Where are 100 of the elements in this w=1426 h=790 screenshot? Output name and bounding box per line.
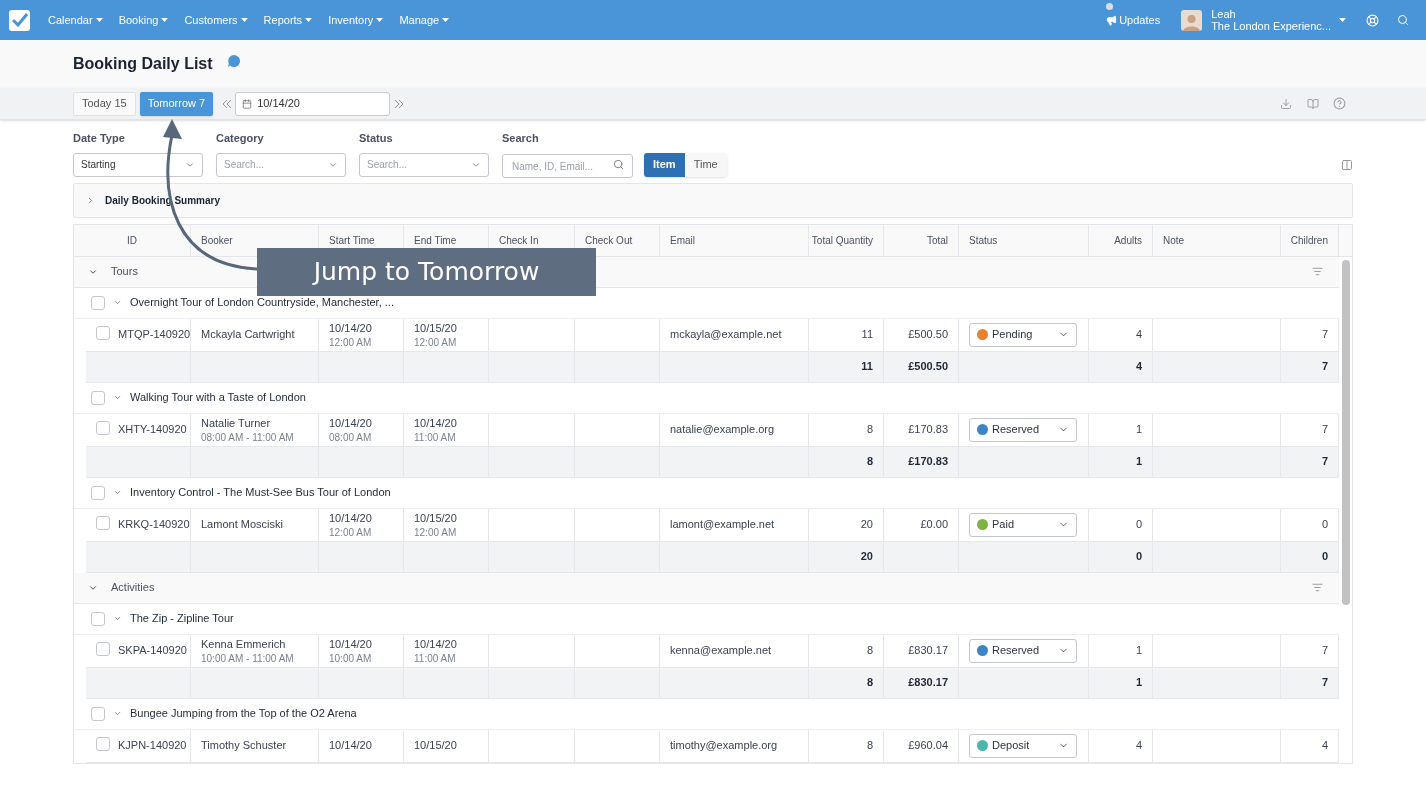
table-cell-text: 10/14/20 [414, 637, 457, 653]
search-icon[interactable] [1397, 14, 1409, 26]
table-cell-text: 7 [1321, 675, 1328, 691]
product-title: Overnight Tour of London Countryside, Manchester, ... [130, 295, 394, 311]
caret-icon [240, 18, 248, 22]
column-header[interactable]: Total Quantity [811, 232, 873, 248]
table-cell: 11:00 AM [414, 431, 457, 444]
date-field[interactable]: 10/14/20 [235, 91, 391, 116]
download-icon[interactable] [1280, 97, 1292, 110]
checkbox[interactable] [96, 736, 110, 751]
table-cell-text: 8 [866, 422, 873, 438]
table-cell-text: £500.50 [908, 327, 948, 343]
logo-icon[interactable] [9, 9, 30, 31]
product-toggle[interactable] [113, 709, 122, 718]
table-cell-text: 10/14/20 [414, 416, 457, 432]
table-cell-text: 4 [1135, 327, 1142, 343]
column-header[interactable]: Check Out [585, 232, 633, 248]
help-icon[interactable] [1333, 97, 1346, 110]
columns-icon[interactable] [1341, 158, 1353, 171]
table-cell-text: Natalie Turner [201, 416, 272, 432]
table-cell-text: Timothy Schuster [201, 738, 287, 754]
quick-date-button[interactable]: Today 15 [73, 91, 136, 116]
status-dropdown[interactable]: Paid [969, 512, 1077, 537]
status-label: Deposit [992, 738, 1031, 754]
table-cell-text: 11 [861, 359, 873, 375]
table-cell-text: 8 [866, 738, 873, 754]
column-header[interactable]: Email [670, 232, 695, 248]
table-cell-text: kenna@example.net [670, 643, 772, 659]
chat-bubble-icon[interactable] [226, 54, 241, 68]
table-cell-text: 4 [1135, 359, 1142, 375]
lifebuoy-icon[interactable] [1366, 13, 1379, 27]
table-cell-text: lamont@example.net [670, 517, 775, 533]
checkbox[interactable] [91, 390, 105, 405]
table-cell-text: 20 [860, 517, 873, 533]
column-header[interactable]: ID [127, 232, 137, 248]
checkbox[interactable] [96, 325, 110, 340]
caret-icon [442, 18, 450, 22]
status-dropdown[interactable]: Reserved [969, 417, 1077, 442]
group-title: Tours [111, 264, 138, 280]
table-cell: 12:00 AM [414, 526, 457, 539]
table-cell-text: Lamont Mosciski [201, 517, 283, 533]
product-toggle[interactable] [113, 488, 122, 497]
checkbox[interactable] [96, 420, 110, 435]
table-cell-text: 7 [1321, 359, 1328, 375]
product-title: Inventory Control - The Must-See Bus Tour of London [130, 485, 391, 501]
select-value: Starting [81, 158, 117, 172]
view-toggle-button[interactable]: Time [684, 152, 727, 177]
table-cell-text: 0 [1321, 549, 1328, 565]
checkbox[interactable] [96, 641, 110, 656]
table-cell-text: 8 [866, 643, 873, 659]
next-icon[interactable] [394, 98, 405, 109]
table-cell: 08:00 AM [329, 431, 372, 444]
previous-icon[interactable] [222, 98, 233, 109]
caret-icon [161, 18, 169, 22]
checkbox[interactable] [96, 515, 110, 530]
product-toggle[interactable] [113, 298, 122, 307]
column-header[interactable]: Start Time [329, 232, 375, 248]
table-cell-text: £830.17 [908, 675, 948, 691]
checkbox[interactable] [91, 485, 105, 500]
search-field[interactable]: Name, ID, Email... [502, 154, 633, 178]
table-cell-text: 10/14/20 [329, 321, 372, 337]
column-header[interactable]: Adults [1114, 232, 1142, 248]
table-cell-text: mckayla@example.net [670, 327, 782, 343]
column-header[interactable]: Children [1290, 232, 1328, 248]
table-cell-text: 10/15/20 [414, 511, 457, 527]
column-header[interactable]: Check In [499, 232, 539, 248]
sort-icon[interactable] [1312, 266, 1323, 277]
column-header[interactable]: Total [926, 232, 948, 248]
status-dropdown[interactable]: Deposit [969, 733, 1077, 758]
table-cell-text: 10/14/20 [329, 637, 372, 653]
status-dropdown[interactable]: Reserved [969, 638, 1077, 663]
callout-text: Jump to Tomorrow [313, 255, 540, 288]
table-cell-text: 1 [1135, 454, 1142, 470]
column-header[interactable]: Note [1163, 232, 1185, 248]
product-title: Bungee Jumping from the Top of the O2 Arena [130, 706, 357, 722]
table-cell-text: 1 [1135, 422, 1142, 438]
table-cell-text: 7 [1321, 327, 1328, 343]
table-cell-text: 0 [1135, 517, 1142, 533]
column-header[interactable]: End Time [414, 232, 457, 248]
product-toggle[interactable] [113, 393, 122, 402]
sort-icon[interactable] [1312, 582, 1323, 593]
table-cell: 11:00 AM [414, 652, 457, 665]
checkbox[interactable] [91, 295, 105, 310]
checkbox[interactable] [91, 706, 105, 721]
caret-icon[interactable] [1339, 18, 1346, 22]
calendar-icon [242, 98, 253, 109]
checkbox[interactable] [91, 611, 105, 626]
avatar [1181, 9, 1203, 31]
product-toggle[interactable] [113, 614, 122, 623]
book-icon[interactable] [1307, 97, 1319, 110]
table-cell-text: Kenna Emmerich [201, 637, 287, 653]
table-cell-text: XHTY-140920 [118, 422, 187, 438]
caret-icon [305, 18, 313, 22]
column-header[interactable]: Status [969, 232, 998, 248]
status-dropdown[interactable]: Pending [969, 322, 1077, 347]
table-cell-text: £170.83 [908, 422, 948, 438]
view-toggle-button[interactable]: Item [644, 152, 685, 177]
filter-select[interactable]: Starting [73, 152, 203, 177]
scrollbar-thumb[interactable] [1342, 259, 1350, 605]
column-header[interactable]: Booker [201, 232, 233, 248]
